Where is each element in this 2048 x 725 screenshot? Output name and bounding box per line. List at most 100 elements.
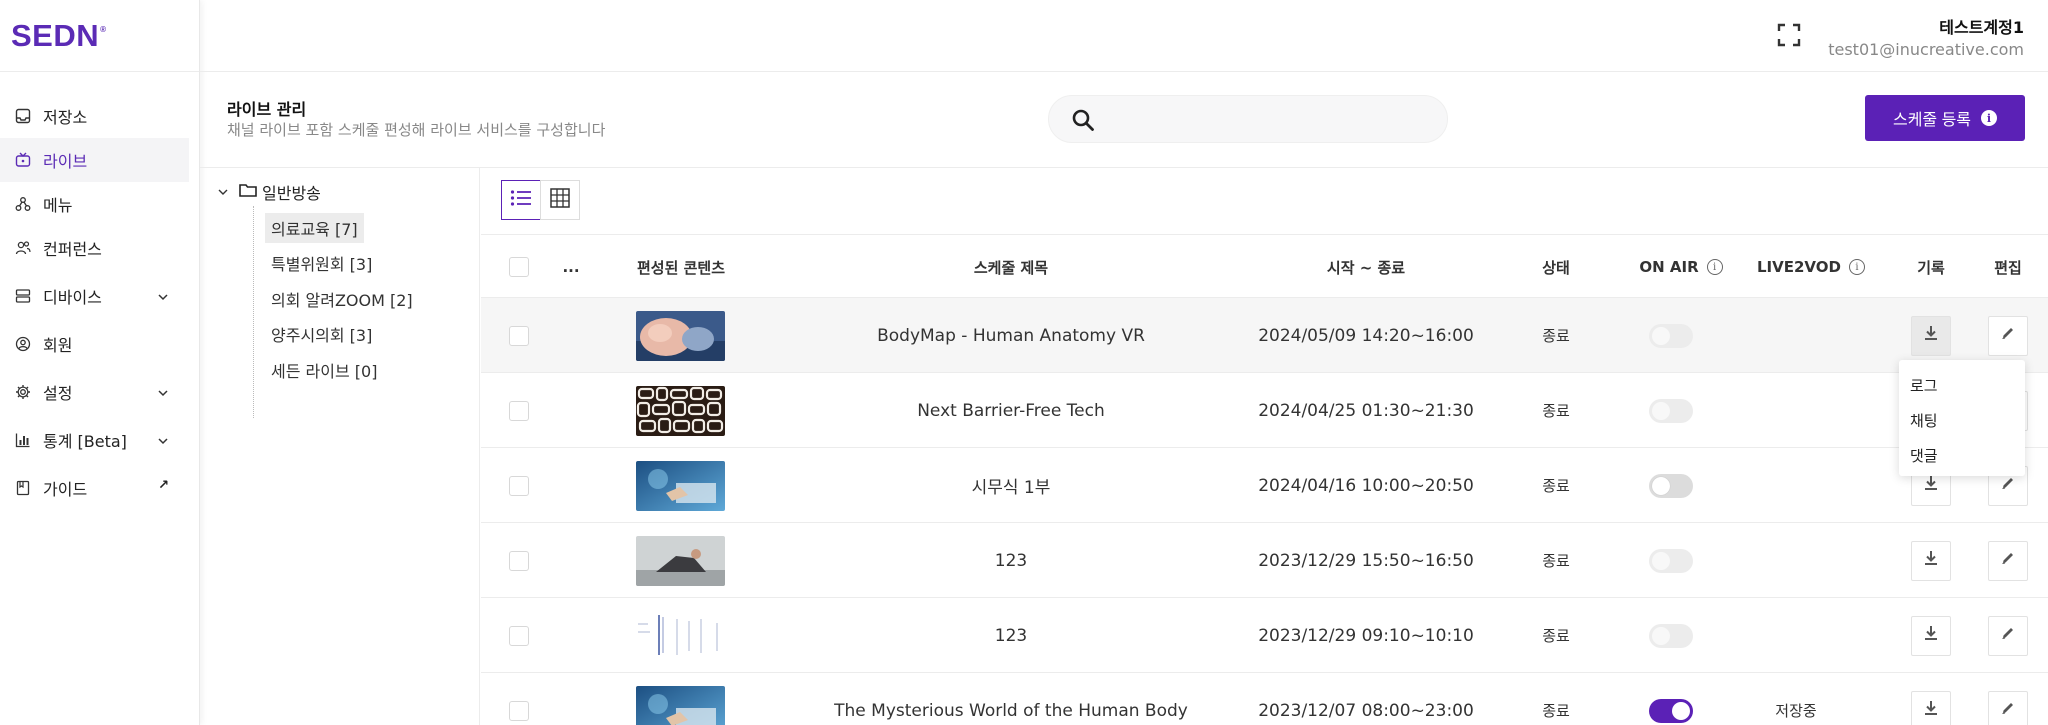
- tree-root-general-broadcast[interactable]: 일반방송: [217, 180, 321, 204]
- row-checkbox[interactable]: [509, 400, 529, 421]
- sidebar-item-guide[interactable]: 가이드 ↗: [0, 466, 199, 510]
- schedule-time: 2024/05/09 14:20~16:00: [1258, 325, 1474, 346]
- sidebar-item-storage[interactable]: 저장소: [0, 94, 199, 138]
- column-title: 스케줄 제목: [973, 258, 1049, 277]
- guide-book-icon: [15, 480, 31, 496]
- schedule-status: 종료: [1542, 552, 1570, 570]
- row-checkbox[interactable]: [509, 325, 529, 346]
- info-icon[interactable]: i: [1848, 259, 1865, 275]
- table-header: ... 편성된 콘텐츠 스케줄 제목 시작 ~ 종료 상태 ON AIR i L…: [481, 234, 2048, 298]
- schedule-status: 종료: [1542, 402, 1570, 420]
- schedule-title[interactable]: BodyMap - Human Anatomy VR: [811, 298, 1211, 373]
- record-download-button[interactable]: [1911, 540, 1951, 581]
- sidebar-item-settings[interactable]: 설정: [0, 370, 199, 414]
- onair-toggle[interactable]: [1649, 548, 1693, 573]
- folder-icon: [239, 182, 257, 202]
- table-row[interactable]: Next Barrier-Free Tech 2024/04/25 01:30~2…: [481, 373, 2048, 448]
- schedule-time: 2024/04/16 10:00~20:50: [1258, 475, 1474, 496]
- chevron-down-icon[interactable]: [217, 183, 229, 202]
- table-row[interactable]: 123 2023/12/29 15:50~16:50 종료: [481, 523, 2048, 598]
- record-download-button[interactable]: [1911, 315, 1951, 356]
- record-cell: [1898, 673, 1964, 725]
- sidebar-item-label: 메뉴: [43, 196, 73, 215]
- download-icon: [1922, 324, 1940, 347]
- edit-button[interactable]: [1988, 315, 2028, 356]
- content-thumbnail[interactable]: [636, 298, 725, 373]
- sidebar-item-label: 설정: [43, 384, 73, 403]
- tree-item-council-zoom[interactable]: 의회 알려ZOOM [2]: [265, 284, 419, 314]
- sedn-logo[interactable]: SEDN ®: [0, 0, 199, 72]
- grid-view-button[interactable]: [540, 180, 580, 220]
- column-content: 편성된 콘텐츠: [636, 258, 726, 277]
- schedule-status: 종료: [1542, 477, 1570, 495]
- page-subtitle: 채널 라이브 포함 스케줄 편성해 라이브 서비스를 구성합니다: [227, 121, 606, 139]
- record-menu-chat[interactable]: 채팅: [1899, 403, 2025, 438]
- onair-cell: [1631, 298, 1711, 373]
- onair-cell: [1631, 598, 1711, 673]
- record-menu-comment[interactable]: 댓글: [1899, 438, 2025, 473]
- menu-tree-icon: [15, 196, 31, 212]
- content-thumbnail[interactable]: [636, 598, 725, 673]
- table-row[interactable]: BodyMap - Human Anatomy VR 2024/05/09 14:…: [481, 298, 2048, 373]
- content-thumbnail[interactable]: [636, 673, 725, 725]
- table-row[interactable]: 123 2023/12/29 09:10~10:10 종료: [481, 598, 2048, 673]
- row-checkbox[interactable]: [509, 550, 529, 571]
- schedule-title[interactable]: The Mysterious World of the Human Body: [811, 673, 1211, 725]
- schedule-title[interactable]: 시무식 1부: [811, 448, 1211, 523]
- table-row[interactable]: 시무식 1부 2024/04/16 10:00~20:50 종료: [481, 448, 2048, 523]
- onair-toggle[interactable]: [1649, 398, 1693, 423]
- page-header: 라이브 관리 채널 라이브 포함 스케줄 편성해 라이브 서비스를 구성합니다 …: [200, 72, 2048, 168]
- onair-toggle[interactable]: [1649, 473, 1693, 498]
- tree-item-sedn-live[interactable]: 세든 라이브 [0]: [265, 355, 383, 385]
- select-all-checkbox[interactable]: [509, 257, 529, 277]
- tree-item-yangju-council[interactable]: 양주시의회 [3]: [265, 319, 378, 349]
- row-select-cell: [508, 298, 530, 373]
- schedule-time: 2023/12/29 15:50~16:50: [1258, 550, 1474, 571]
- onair-toggle[interactable]: [1649, 623, 1693, 648]
- column-onair-label: ON AIR: [1639, 258, 1699, 276]
- schedule-title[interactable]: Next Barrier-Free Tech: [811, 373, 1211, 448]
- record-download-button[interactable]: [1911, 615, 1951, 656]
- onair-toggle[interactable]: [1649, 323, 1693, 348]
- column-more[interactable]: ...: [551, 235, 591, 299]
- search-icon: [1071, 108, 1095, 136]
- user-info[interactable]: 테스트계정1 test01@inucreative.com: [1828, 14, 2024, 59]
- edit-button[interactable]: [1988, 690, 2028, 725]
- list-view-icon: [510, 189, 532, 211]
- sidebar-item-menu[interactable]: 메뉴: [0, 182, 199, 226]
- onair-toggle[interactable]: [1649, 698, 1693, 723]
- edit-button[interactable]: [1988, 615, 2028, 656]
- info-icon[interactable]: i: [1706, 259, 1723, 275]
- list-view-button[interactable]: [501, 180, 541, 220]
- search-box[interactable]: [1048, 95, 1448, 143]
- column-onair: ON AIR i: [1621, 235, 1741, 299]
- sidebar-item-live[interactable]: 라이브: [0, 138, 189, 182]
- search-input[interactable]: [1109, 96, 1429, 142]
- record-menu-log[interactable]: 로그: [1899, 368, 2025, 403]
- schedule-title[interactable]: 123: [811, 598, 1211, 673]
- content-thumbnail[interactable]: [636, 523, 725, 598]
- schedule-title[interactable]: 123: [811, 523, 1211, 598]
- sidebar-item-member[interactable]: 회원: [0, 322, 199, 366]
- sidebar-item-conference[interactable]: 컨퍼런스: [0, 226, 199, 270]
- sidebar: SEDN ® 저장소 라이브 메뉴 컨퍼런스 디바이스 회원 설정 통계 [Be…: [0, 0, 200, 725]
- sidebar-item-device[interactable]: 디바이스: [0, 274, 199, 318]
- tree-item-medical-education[interactable]: 의료교육 [7]: [265, 213, 364, 243]
- row-checkbox[interactable]: [509, 700, 529, 721]
- content-thumbnail[interactable]: [636, 373, 725, 448]
- tree-item-special-committee[interactable]: 특별위원회 [3]: [265, 248, 378, 278]
- content-thumbnail[interactable]: [636, 448, 725, 523]
- row-checkbox[interactable]: [509, 625, 529, 646]
- pencil-icon: [2000, 700, 2016, 721]
- edit-button[interactable]: [1988, 540, 2028, 581]
- table-row[interactable]: The Mysterious World of the Human Body 20…: [481, 673, 2048, 725]
- register-schedule-label: 스케줄 등록: [1892, 112, 1972, 129]
- sidebar-item-statistics[interactable]: 통계 [Beta]: [0, 418, 199, 462]
- register-schedule-button[interactable]: 스케줄 등록 i: [1865, 95, 2025, 141]
- tree-root-label: 일반방송: [262, 184, 321, 203]
- record-download-button[interactable]: [1911, 690, 1951, 725]
- schedule-status: 종료: [1542, 627, 1570, 645]
- fullscreen-icon[interactable]: [1776, 22, 1802, 48]
- row-select-cell: [508, 373, 530, 448]
- row-checkbox[interactable]: [509, 475, 529, 496]
